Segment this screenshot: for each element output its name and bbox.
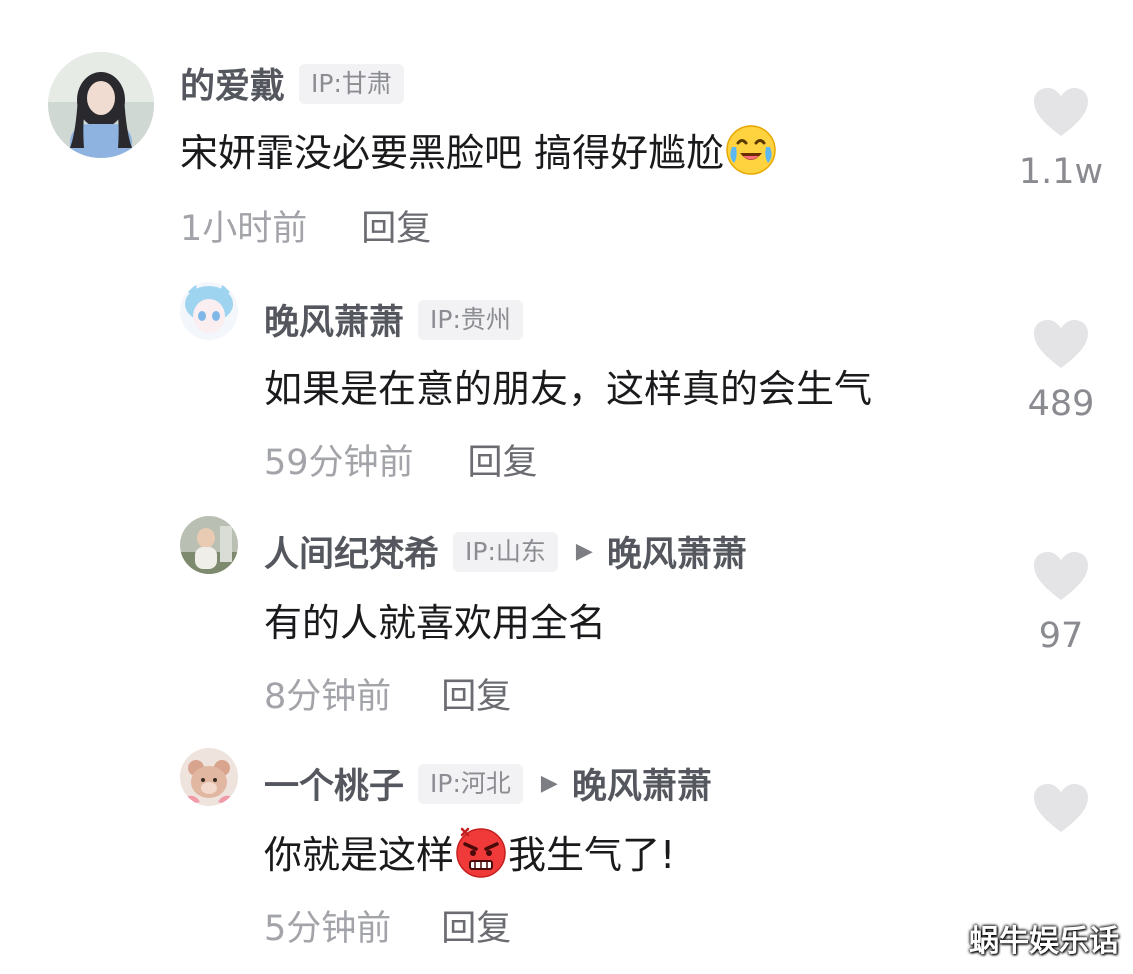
reply-arrow-icon: ▶ [575, 539, 593, 564]
comment-text: 你就是这样 我生气了! [264, 824, 675, 879]
reply-button[interactable]: 回复 [441, 900, 511, 951]
like-button[interactable]: 1.1w [1016, 86, 1106, 192]
like-button[interactable]: 489 [1016, 318, 1106, 424]
like-button[interactable] [1016, 782, 1106, 848]
reply-button[interactable]: 回复 [441, 668, 511, 719]
comment-text-after: 我生气了! [508, 833, 676, 877]
comment-header: 一个桃子 IP:河北 ▶ 晚风萧萧 [264, 758, 712, 809]
comment-meta: 8分钟前 回复 [264, 668, 511, 719]
avatar[interactable] [48, 52, 154, 158]
like-count: 1.1w [1018, 152, 1104, 192]
watermark: 蜗牛娱乐话 [969, 924, 1119, 959]
comment-text: 如果是在意的朋友，这样真的会生气 [264, 358, 872, 413]
timestamp: 1小时前 [180, 209, 308, 249]
reply-to-username[interactable]: 晚风萧萧 [607, 526, 747, 577]
timestamp: 59分钟前 [264, 443, 414, 483]
ip-location-badge: IP:贵州 [418, 299, 523, 340]
comment-text: 有的人就喜欢用全名 [264, 592, 606, 647]
reply-button[interactable]: 回复 [468, 434, 538, 485]
avatar[interactable] [180, 516, 238, 574]
comment-text-content: 宋妍霏没必要黑脸吧 搞得好尴尬 [180, 131, 725, 175]
heart-icon [1034, 320, 1088, 368]
comment-text: 宋妍霏没必要黑脸吧 搞得好尴尬 [180, 122, 778, 177]
heart-icon [1034, 88, 1088, 136]
username[interactable]: 的爱戴 [180, 58, 285, 109]
comment-text-content: 如果是在意的朋友，这样真的会生气 [264, 367, 873, 411]
like-button[interactable]: 97 [1016, 550, 1106, 656]
comment-meta: 59分钟前 回复 [264, 434, 538, 485]
ip-location-badge: IP:甘肃 [299, 63, 404, 104]
heart-icon [1034, 552, 1088, 600]
username[interactable]: 一个桃子 [264, 758, 404, 809]
reply-arrow-icon: ▶ [540, 771, 558, 796]
comment-header: 的爱戴 IP:甘肃 [180, 58, 404, 109]
reply-to-username[interactable]: 晚风萧萧 [572, 758, 712, 809]
reply-button[interactable]: 回复 [361, 200, 431, 251]
timestamp: 8分钟前 [264, 677, 392, 717]
ip-location-badge: IP:河北 [418, 763, 523, 804]
like-count: 97 [1038, 616, 1084, 656]
ip-location-badge: IP:山东 [453, 531, 558, 572]
username[interactable]: 人间纪梵希 [264, 526, 439, 577]
comment-meta: 5分钟前 回复 [264, 900, 511, 951]
crying-laughing-emoji [724, 123, 778, 177]
avatar[interactable] [180, 282, 238, 340]
heart-icon [1034, 784, 1088, 832]
comment-meta: 1小时前 回复 [180, 200, 431, 251]
like-count: 489 [1027, 384, 1095, 424]
comment-text-content: 有的人就喜欢用全名 [264, 601, 607, 645]
angry-face-emoji [454, 825, 508, 879]
comment-text-before: 你就是这样 [264, 833, 455, 877]
username[interactable]: 晚风萧萧 [264, 294, 404, 345]
comment-header: 人间纪梵希 IP:山东 ▶ 晚风萧萧 [264, 526, 747, 577]
timestamp: 5分钟前 [264, 909, 392, 949]
comment-header: 晚风萧萧 IP:贵州 [264, 294, 523, 345]
avatar[interactable] [180, 748, 238, 806]
